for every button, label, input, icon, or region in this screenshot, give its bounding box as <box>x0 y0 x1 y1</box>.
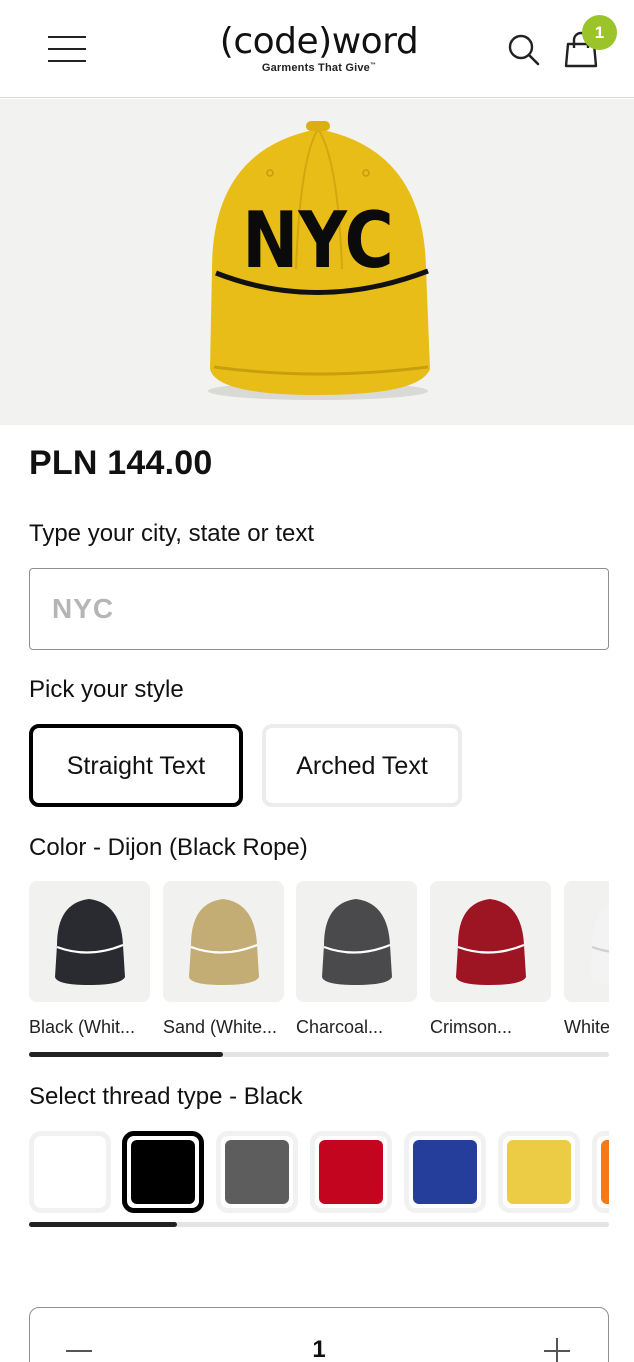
custom-text-input[interactable] <box>29 568 609 650</box>
style-label: Pick your style <box>29 676 184 703</box>
thread-swatch-fill <box>225 1140 289 1204</box>
color-thumbnail <box>296 881 417 1002</box>
product-image: NYC <box>0 99 634 425</box>
style-option-arched-text[interactable]: Arched Text <box>262 724 462 807</box>
color-thumbnail <box>564 881 609 1002</box>
thread-option-orange[interactable] <box>592 1131 609 1213</box>
color-option-name: Crimson... <box>430 1017 513 1037</box>
hamburger-menu-icon[interactable] <box>44 34 88 66</box>
color-scrollbar[interactable] <box>29 1052 609 1057</box>
color-option-name: Sand (White... <box>163 1017 278 1037</box>
thread-swatch-fill <box>319 1140 383 1204</box>
thread-swatch-fill <box>131 1140 195 1204</box>
thread-label: Select thread type - Black <box>29 1083 303 1110</box>
thread-swatch-fill <box>413 1140 477 1204</box>
cart-count-badge: 1 <box>582 15 617 50</box>
thread-swatch-fill <box>601 1140 609 1204</box>
quantity-stepper: 1 <box>29 1307 609 1362</box>
thread-option-yellow[interactable] <box>498 1131 580 1213</box>
thread-option-black[interactable] <box>122 1131 204 1213</box>
color-option-name: Black (Whit... <box>29 1017 136 1037</box>
cap-thumbnail-image <box>322 899 392 985</box>
custom-text-label: Type your city, state or text <box>29 520 314 547</box>
cap-thumbnail-image <box>456 899 526 985</box>
thread-option-white[interactable] <box>29 1131 111 1213</box>
color-scrollbar-thumb[interactable] <box>29 1052 224 1057</box>
thread-swatch-fill <box>38 1140 102 1204</box>
color-thumbnail <box>29 881 150 1002</box>
search-icon[interactable] <box>506 32 542 68</box>
color-option[interactable]: White <box>564 881 609 1041</box>
thread-option-red[interactable] <box>310 1131 392 1213</box>
cap-illustration: NYC <box>208 121 430 400</box>
logo-tagline: Garments That Give™ <box>261 62 377 74</box>
color-option[interactable]: Sand (White... <box>163 881 284 1041</box>
color-label: Color - Dijon (Black Rope) <box>29 834 308 861</box>
thread-swatch-fill <box>507 1140 571 1204</box>
thread-option-blue[interactable] <box>404 1131 486 1213</box>
thread-scrollbar[interactable] <box>29 1222 609 1227</box>
logo-wordmark: (code)word <box>219 21 419 62</box>
color-option[interactable]: Black (Whit... <box>29 881 150 1041</box>
style-option-straight-text[interactable]: Straight Text <box>29 724 243 807</box>
cap-thumbnail-image <box>189 899 259 985</box>
quantity-increase-button[interactable] <box>544 1336 572 1362</box>
cap-thumbnail-image <box>590 904 609 985</box>
site-header: (code)word Garments That Give™ 1 <box>0 0 634 98</box>
color-option-name: White <box>564 1017 609 1037</box>
color-option[interactable]: Crimson... <box>430 881 551 1041</box>
cap-thumbnail-image <box>55 899 125 985</box>
quantity-value[interactable]: 1 <box>30 1336 608 1362</box>
color-option-name: Charcoal... <box>296 1017 384 1037</box>
thread-swatch-carousel[interactable] <box>29 1131 609 1215</box>
color-thumbnail <box>430 881 551 1002</box>
color-swatch-carousel[interactable]: Black (Whit... Sand (White... Charcoal..… <box>29 881 609 1041</box>
thread-scrollbar-thumb[interactable] <box>29 1222 177 1227</box>
color-option[interactable]: Charcoal... <box>296 881 417 1041</box>
product-price: PLN 144.00 <box>29 444 213 482</box>
site-logo[interactable]: (code)word Garments That Give™ <box>200 21 438 75</box>
thread-option-gray[interactable] <box>216 1131 298 1213</box>
cap-text: NYC <box>242 195 394 286</box>
color-thumbnail <box>163 881 284 1002</box>
